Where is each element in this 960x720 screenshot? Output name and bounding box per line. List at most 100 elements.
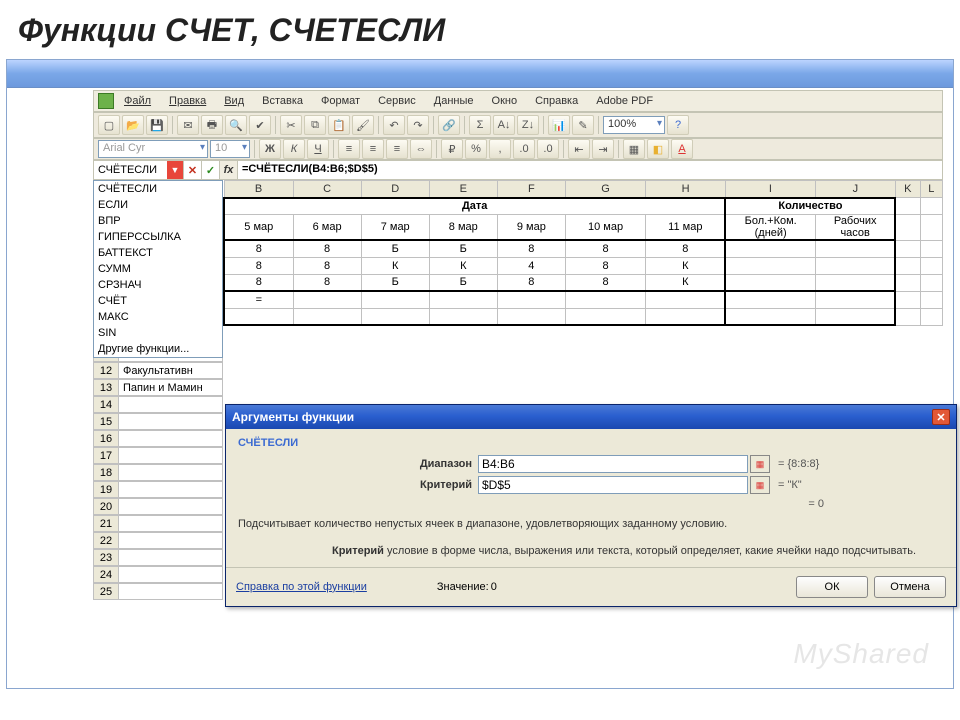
cell[interactable]: 8 <box>497 240 565 257</box>
cell[interactable]: 9 мар <box>497 215 565 241</box>
preview-button[interactable]: 🔍 <box>225 115 247 135</box>
row-header[interactable]: 19 <box>93 481 119 498</box>
cell[interactable]: К <box>429 257 497 274</box>
mail-button[interactable]: ✉ <box>177 115 199 135</box>
cell[interactable]: Бол.+Ком. (дней) <box>725 215 815 241</box>
cell[interactable]: 8 <box>293 240 361 257</box>
menu-window[interactable]: Окно <box>484 92 526 110</box>
cell[interactable]: 6 мар <box>293 215 361 241</box>
cell[interactable]: 8 <box>565 274 645 291</box>
row-header[interactable]: 20 <box>93 498 119 515</box>
cell[interactable]: 11 мар <box>646 215 726 241</box>
row-header[interactable]: 15 <box>93 413 119 430</box>
cell[interactable]: 5 мар <box>224 215 293 241</box>
cell[interactable]: Б <box>429 240 497 257</box>
borders-button[interactable]: ▦ <box>623 139 645 159</box>
fill-color-button[interactable]: ◧ <box>647 139 669 159</box>
sort-asc-button[interactable]: A↓ <box>493 115 515 135</box>
fn-item[interactable]: МАКС <box>94 309 222 325</box>
cell[interactable]: Факультативн <box>119 362 223 379</box>
row-header[interactable]: 25 <box>93 583 119 600</box>
col-header[interactable]: H <box>646 181 726 198</box>
link-button[interactable]: 🔗 <box>438 115 460 135</box>
comma-button[interactable]: , <box>489 139 511 159</box>
save-button[interactable]: 💾 <box>146 115 168 135</box>
col-header[interactable]: K <box>895 181 920 198</box>
ok-button[interactable]: ОК <box>796 576 868 598</box>
cell[interactable]: 8 <box>293 257 361 274</box>
cell[interactable]: 10 мар <box>565 215 645 241</box>
cell[interactable] <box>725 257 815 274</box>
fn-item[interactable]: СЧЁТ <box>94 293 222 309</box>
col-header[interactable]: E <box>429 181 497 198</box>
col-header[interactable]: D <box>361 181 429 198</box>
col-header[interactable]: I <box>725 181 815 198</box>
cell[interactable]: 8 <box>293 274 361 291</box>
zoom-combo[interactable]: 100% <box>603 116 665 134</box>
open-button[interactable]: 📂 <box>122 115 144 135</box>
cell[interactable]: Б <box>361 240 429 257</box>
undo-button[interactable]: ↶ <box>383 115 405 135</box>
fn-item[interactable]: ГИПЕРССЫЛКА <box>94 229 222 245</box>
fn-item[interactable]: СРЗНАЧ <box>94 277 222 293</box>
cell[interactable]: = <box>224 291 293 308</box>
italic-button[interactable]: К <box>283 139 305 159</box>
fn-item[interactable]: ЕСЛИ <box>94 197 222 213</box>
close-button[interactable]: ✕ <box>932 409 950 425</box>
formula-input[interactable]: =СЧЁТЕСЛИ(B4:B6;$D$5) <box>238 161 942 179</box>
cell[interactable]: Б <box>429 274 497 291</box>
cell[interactable] <box>725 240 815 257</box>
name-box-dropdown-icon[interactable]: ▼ <box>167 161 183 179</box>
fn-item[interactable]: SIN <box>94 325 222 341</box>
menu-data[interactable]: Данные <box>426 92 482 110</box>
cancel-formula-button[interactable]: ✕ <box>184 161 202 179</box>
format-painter-button[interactable]: 🖌 <box>352 115 374 135</box>
col-header[interactable]: G <box>565 181 645 198</box>
paste-button[interactable]: 📋 <box>328 115 350 135</box>
font-color-button[interactable]: A <box>671 139 693 159</box>
menu-file[interactable]: Файл <box>116 92 159 110</box>
font-size-combo[interactable]: 10 <box>210 140 250 158</box>
menu-edit[interactable]: Правка <box>161 92 214 110</box>
redo-button[interactable]: ↷ <box>407 115 429 135</box>
dialog-titlebar[interactable]: Аргументы функции ✕ <box>226 405 956 429</box>
row-header[interactable]: 12 <box>93 362 119 379</box>
row-header[interactable]: 22 <box>93 532 119 549</box>
row-header[interactable]: 16 <box>93 430 119 447</box>
menu-format[interactable]: Формат <box>313 92 368 110</box>
help-link[interactable]: Справка по этой функции <box>236 581 367 593</box>
row-header[interactable]: 24 <box>93 566 119 583</box>
name-box[interactable]: СЧЁТЕСЛИ ▼ <box>94 161 184 179</box>
header-date[interactable]: Дата <box>224 198 725 215</box>
chart-button[interactable]: 📊 <box>548 115 570 135</box>
collapse-dialog-icon[interactable]: ▦ <box>750 476 770 494</box>
align-center-button[interactable]: ≡ <box>362 139 384 159</box>
row-header[interactable]: 18 <box>93 464 119 481</box>
menu-insert[interactable]: Вставка <box>254 92 311 110</box>
cell[interactable]: 4 <box>497 257 565 274</box>
align-left-button[interactable]: ≡ <box>338 139 360 159</box>
indent-inc-button[interactable]: ⇥ <box>592 139 614 159</box>
cancel-button[interactable]: Отмена <box>874 576 946 598</box>
cell[interactable] <box>815 274 895 291</box>
merge-button[interactable]: ⇔ <box>410 139 432 159</box>
enter-formula-button[interactable]: ✓ <box>202 161 220 179</box>
row-header[interactable]: 21 <box>93 515 119 532</box>
cell[interactable]: Рабочих часов <box>815 215 895 241</box>
collapse-dialog-icon[interactable]: ▦ <box>750 455 770 473</box>
indent-dec-button[interactable]: ⇤ <box>568 139 590 159</box>
dec-inc-button[interactable]: .0 <box>513 139 535 159</box>
cell[interactable]: 8 мар <box>429 215 497 241</box>
cell[interactable] <box>725 274 815 291</box>
col-header[interactable]: L <box>920 181 942 198</box>
fn-item[interactable]: СЧЁТЕСЛИ <box>94 181 222 197</box>
cell[interactable] <box>815 240 895 257</box>
cell[interactable]: 8 <box>224 274 293 291</box>
bold-button[interactable]: Ж <box>259 139 281 159</box>
menu-view[interactable]: Вид <box>216 92 252 110</box>
fn-item[interactable]: ВПР <box>94 213 222 229</box>
cell[interactable]: 8 <box>497 274 565 291</box>
cell[interactable]: 8 <box>646 240 726 257</box>
cell[interactable]: Папин и Мамин <box>119 379 223 396</box>
window-titlebar[interactable] <box>7 60 953 88</box>
